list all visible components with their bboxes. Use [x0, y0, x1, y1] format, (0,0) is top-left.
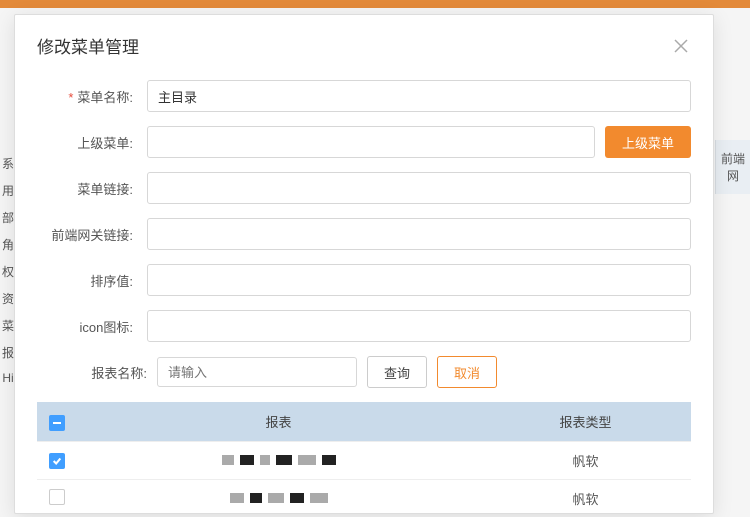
- row-checkbox[interactable]: [49, 489, 65, 505]
- row-checkbox[interactable]: [49, 453, 65, 469]
- label-parent-menu: 上级菜单:: [37, 133, 147, 152]
- label-icon: icon图标:: [37, 317, 147, 336]
- label-menu-name: 菜单名称:: [37, 87, 147, 106]
- bg-column-header: 前端网: [715, 140, 750, 194]
- parent-menu-input[interactable]: [147, 126, 595, 158]
- cancel-button[interactable]: 取消: [437, 356, 497, 388]
- cell-report-type: 帆软: [480, 480, 691, 514]
- report-table: 报表 报表类型 帆软帆软帆软帆软: [37, 402, 691, 513]
- parent-menu-button[interactable]: 上级菜单: [605, 126, 691, 158]
- label-sort-value: 排序值:: [37, 271, 147, 290]
- query-button[interactable]: 查询: [367, 356, 427, 388]
- edit-menu-modal: 修改菜单管理 菜单名称: 上级菜单: 上级菜单 菜单链接: 前端网关链接: [14, 14, 714, 514]
- cell-report-name: [77, 442, 480, 480]
- sort-value-input[interactable]: [147, 264, 691, 296]
- label-report-name: 报表名称:: [87, 363, 147, 382]
- cell-report-type: 帆软: [480, 442, 691, 480]
- label-gateway-link: 前端网关链接:: [37, 225, 147, 244]
- col-report-type: 报表类型: [480, 402, 691, 442]
- cell-report-name: [77, 480, 480, 514]
- modal-title: 修改菜单管理: [37, 33, 139, 58]
- close-icon[interactable]: [671, 36, 691, 56]
- menu-link-input[interactable]: [147, 172, 691, 204]
- table-row: 帆软: [37, 480, 691, 514]
- label-menu-link: 菜单链接:: [37, 179, 147, 198]
- table-row: 帆软: [37, 442, 691, 480]
- col-report-name: 报表: [77, 402, 480, 442]
- icon-input[interactable]: [147, 310, 691, 342]
- menu-name-input[interactable]: [147, 80, 691, 112]
- report-name-search-input[interactable]: [157, 357, 357, 387]
- select-all-checkbox[interactable]: [49, 415, 65, 431]
- gateway-link-input[interactable]: [147, 218, 691, 250]
